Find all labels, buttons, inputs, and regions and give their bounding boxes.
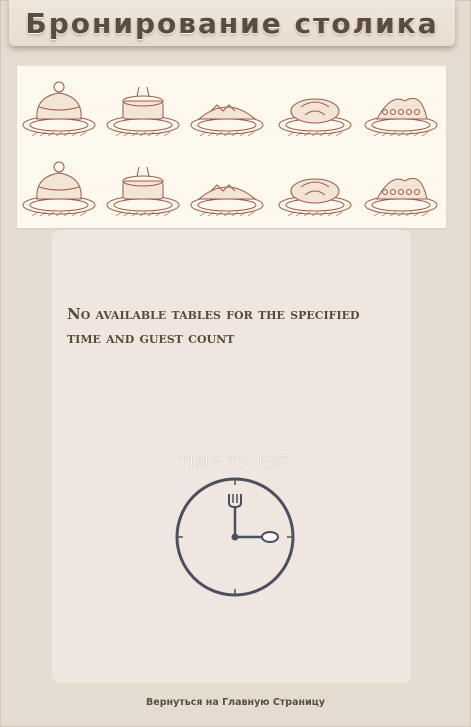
back-to-home-link[interactable]: Вернуться на Главную Страницу	[0, 697, 471, 708]
dishes-banner	[17, 64, 446, 228]
page-header: Бронирование столика	[9, 0, 455, 46]
result-card: No available tables for the specified ti…	[52, 230, 411, 683]
time-to-eat-caption: TIME TO EAT	[178, 452, 291, 474]
page-title: Бронирование столика	[25, 6, 439, 40]
clock-fork-spoon-icon	[175, 477, 295, 597]
time-to-eat-illustration: TIME TO EAT	[162, 452, 307, 607]
no-tables-message: No available tables for the specified ti…	[67, 305, 360, 347]
sketched-dishes-illustration	[22, 81, 438, 217]
